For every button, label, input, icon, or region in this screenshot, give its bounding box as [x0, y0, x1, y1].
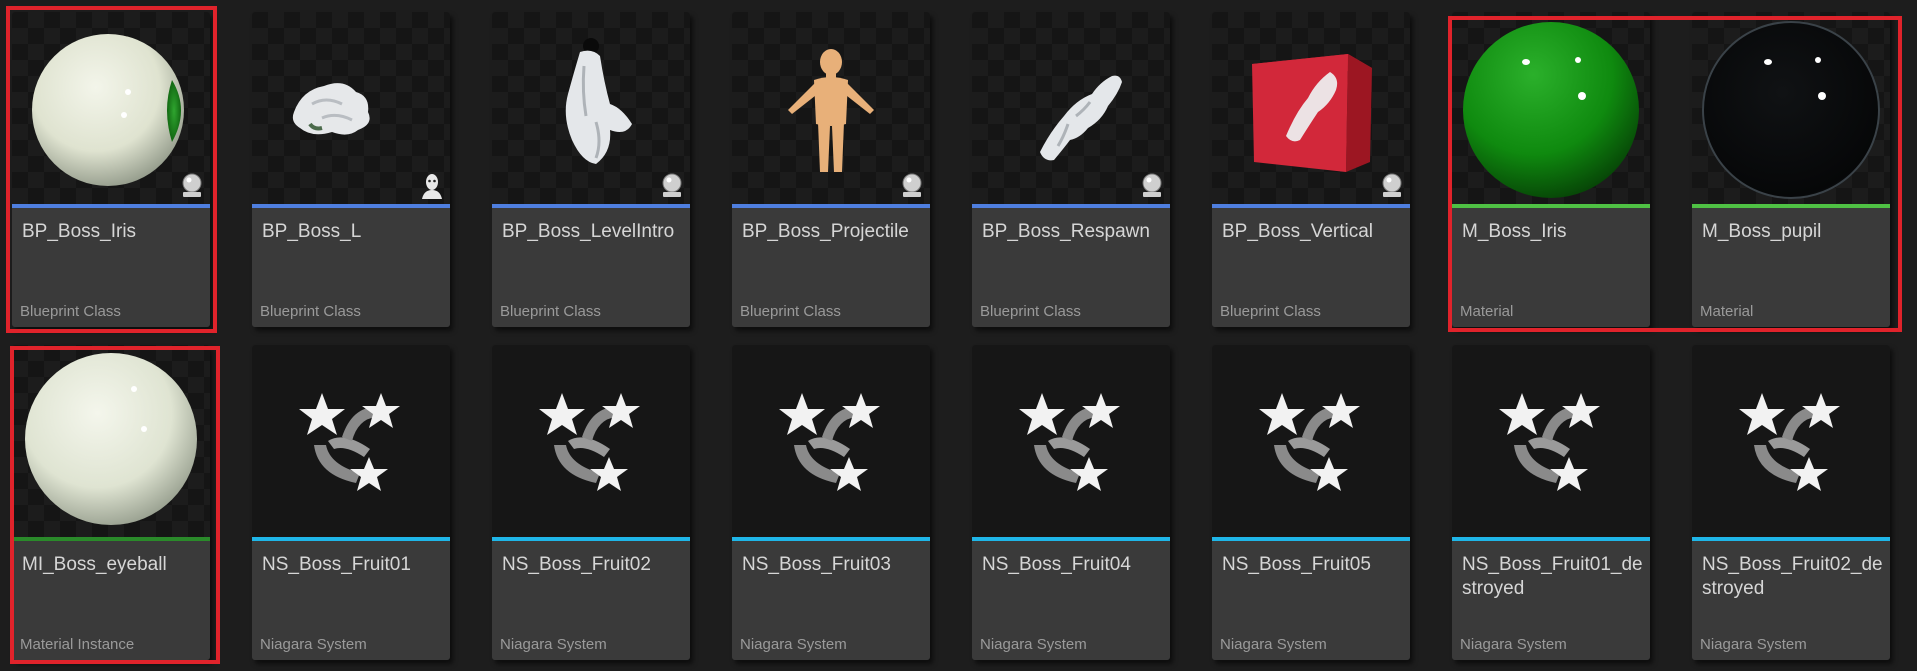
asset-name: BP_Boss_LevelIntro [502, 221, 675, 242]
asset-type-label: Material [1460, 303, 1514, 320]
niagara-thumbnail [492, 345, 690, 537]
asset-tile-ns-boss-fruit03[interactable]: NS_Boss_Fruit03 Niagara System [732, 345, 930, 660]
niagara-stars-icon [539, 393, 640, 491]
asset-name: BP_Boss_Vertical [1222, 221, 1374, 242]
asset-name: NS_Boss_Fruit02_destroyed [1702, 554, 1883, 599]
asset-tile-ns-boss-fruit02[interactable]: NS_Boss_Fruit02 Niagara System [492, 345, 690, 660]
actor-badge-icon [182, 173, 202, 197]
niagara-stars-icon [1259, 393, 1360, 491]
asset-tile-ns-boss-fruit04[interactable]: NS_Boss_Fruit04 Niagara System [972, 345, 1170, 660]
asset-name: NS_Boss_Fruit02 [502, 554, 651, 575]
asset-type-label: Niagara System [980, 636, 1087, 653]
content-browser-asset-grid: BP_Boss_Iris Blueprint Class BP_Boss_L B… [0, 0, 1917, 671]
asset-type-label: Niagara System [1460, 636, 1567, 653]
asset-type-label: Niagara System [500, 636, 607, 653]
niagara-stars-icon [1499, 393, 1600, 491]
asset-name: BP_Boss_L [262, 221, 362, 242]
asset-type-label: Blueprint Class [740, 303, 841, 320]
niagara-stars-icon [1019, 393, 1120, 491]
asset-tile-bp-boss-l[interactable]: BP_Boss_L Blueprint Class [252, 12, 450, 327]
actor-badge-icon [1382, 173, 1402, 197]
asset-type-label: Niagara System [1220, 636, 1327, 653]
asset-tile-m-boss-iris[interactable]: M_Boss_Iris Material [1452, 12, 1650, 327]
asset-type-label: Niagara System [260, 636, 367, 653]
niagara-stars-icon [1739, 393, 1840, 491]
asset-type-label: Material [1700, 303, 1754, 320]
asset-name: NS_Boss_Fruit03 [742, 554, 891, 575]
actor-badge-icon [662, 173, 682, 197]
asset-type-label: Niagara System [740, 636, 847, 653]
asset-type-label: Niagara System [1700, 636, 1807, 653]
asset-tile-bp-boss-vertical[interactable]: BP_Boss_Vertical Blueprint Class [1212, 12, 1410, 327]
asset-tile-bp-boss-projectile[interactable]: BP_Boss_Projectile Blueprint Class [732, 12, 930, 327]
asset-name: BP_Boss_Projectile [742, 221, 909, 242]
asset-tile-ns-boss-fruit01[interactable]: NS_Boss_Fruit01 Niagara System [252, 345, 450, 660]
niagara-thumbnail [732, 345, 930, 537]
black-sphere-thumbnail [1692, 12, 1890, 204]
niagara-thumbnail [1212, 345, 1410, 537]
character-badge-icon [422, 174, 442, 199]
asset-type-label: Blueprint Class [500, 303, 601, 320]
asset-type-label: Blueprint Class [260, 303, 361, 320]
niagara-thumbnail [252, 345, 450, 537]
asset-tile-m-boss-pupil[interactable]: M_Boss_pupil Material [1692, 12, 1890, 327]
asset-type-label: Blueprint Class [20, 303, 121, 320]
asset-tile-bp-boss-levelintro[interactable]: BP_Boss_LevelIntro Blueprint Class [492, 12, 690, 327]
asset-name: M_Boss_pupil [1702, 221, 1822, 242]
asset-name: BP_Boss_Respawn [982, 221, 1150, 242]
white-sphere-thumbnail [12, 345, 210, 537]
asset-name: BP_Boss_Iris [22, 221, 137, 242]
asset-type-label: Blueprint Class [980, 303, 1081, 320]
asset-name: NS_Boss_Fruit04 [982, 554, 1131, 575]
niagara-stars-icon [299, 393, 400, 491]
actor-badge-icon [1142, 173, 1162, 197]
asset-type-label: Blueprint Class [1220, 303, 1321, 320]
asset-name: NS_Boss_Fruit05 [1222, 554, 1371, 575]
asset-tile-bp-boss-respawn[interactable]: BP_Boss_Respawn Blueprint Class [972, 12, 1170, 327]
asset-name: NS_Boss_Fruit01 [262, 554, 411, 575]
green-sphere-thumbnail [1452, 12, 1650, 204]
asset-type-label: Material Instance [20, 636, 135, 653]
asset-tile-bp-boss-iris[interactable]: BP_Boss_Iris Blueprint Class [12, 12, 210, 327]
niagara-stars-icon [779, 393, 880, 491]
asset-tile-mi-boss-eyeball[interactable]: MI_Boss_eyeball Material Instance [12, 345, 210, 660]
asset-tile-ns-boss-fruit05[interactable]: NS_Boss_Fruit05 Niagara System [1212, 345, 1410, 660]
asset-name: NS_Boss_Fruit01_destroyed [1462, 554, 1643, 599]
actor-badge-icon [902, 173, 922, 197]
asset-tile-ns-boss-fruit01-destroyed[interactable]: NS_Boss_Fruit01_destroyed Niagara System [1452, 345, 1650, 660]
niagara-thumbnail [1692, 345, 1890, 537]
asset-tile-ns-boss-fruit02-destroyed[interactable]: NS_Boss_Fruit02_destroyed Niagara System [1692, 345, 1890, 660]
asset-name: MI_Boss_eyeball [22, 554, 167, 575]
asset-name: M_Boss_Iris [1462, 221, 1567, 242]
niagara-thumbnail [1452, 345, 1650, 537]
niagara-thumbnail [972, 345, 1170, 537]
